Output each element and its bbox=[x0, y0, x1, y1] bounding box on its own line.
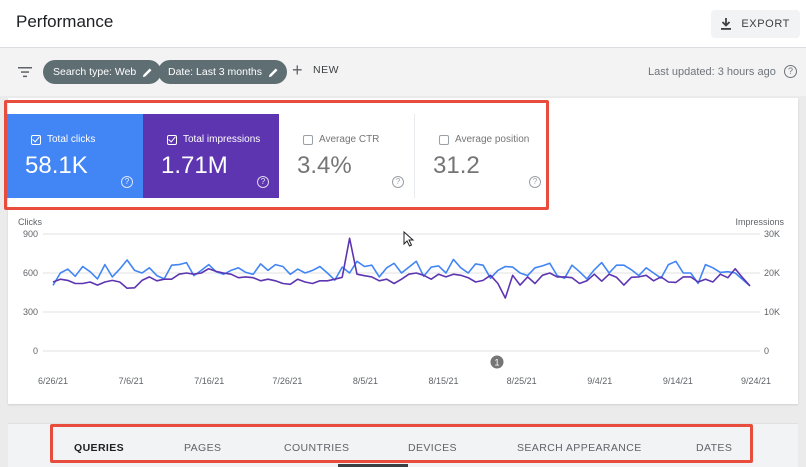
x-tick-label: 9/4/21 bbox=[587, 376, 612, 386]
right-tick-label: 30K bbox=[764, 229, 780, 239]
x-tick-label: 8/25/21 bbox=[507, 376, 537, 386]
x-tick-label: 9/24/21 bbox=[741, 376, 771, 386]
x-tick-label: 9/14/21 bbox=[663, 376, 693, 386]
x-tick-label: 7/26/21 bbox=[272, 376, 302, 386]
highlight-box-metrics bbox=[4, 100, 549, 210]
right-tick-label: 0 bbox=[764, 346, 769, 356]
left-tick-label: 300 bbox=[23, 307, 38, 317]
x-tick-label: 8/15/21 bbox=[429, 376, 459, 386]
right-axis-label: Impressions bbox=[735, 217, 784, 227]
right-tick-label: 20K bbox=[764, 268, 780, 278]
x-tick-label: 6/26/21 bbox=[38, 376, 68, 386]
x-tick-label: 8/5/21 bbox=[353, 376, 378, 386]
left-tick-label: 0 bbox=[33, 346, 38, 356]
x-tick-label: 7/6/21 bbox=[119, 376, 144, 386]
left-tick-label: 900 bbox=[23, 229, 38, 239]
annotation-marker-label: 1 bbox=[494, 358, 499, 368]
mouse-cursor-icon bbox=[403, 231, 415, 247]
right-tick-label: 10K bbox=[764, 307, 780, 317]
left-axis-label: Clicks bbox=[18, 217, 42, 227]
x-tick-label: 7/16/21 bbox=[194, 376, 224, 386]
left-tick-label: 600 bbox=[23, 268, 38, 278]
highlight-box-tabs bbox=[50, 424, 753, 463]
